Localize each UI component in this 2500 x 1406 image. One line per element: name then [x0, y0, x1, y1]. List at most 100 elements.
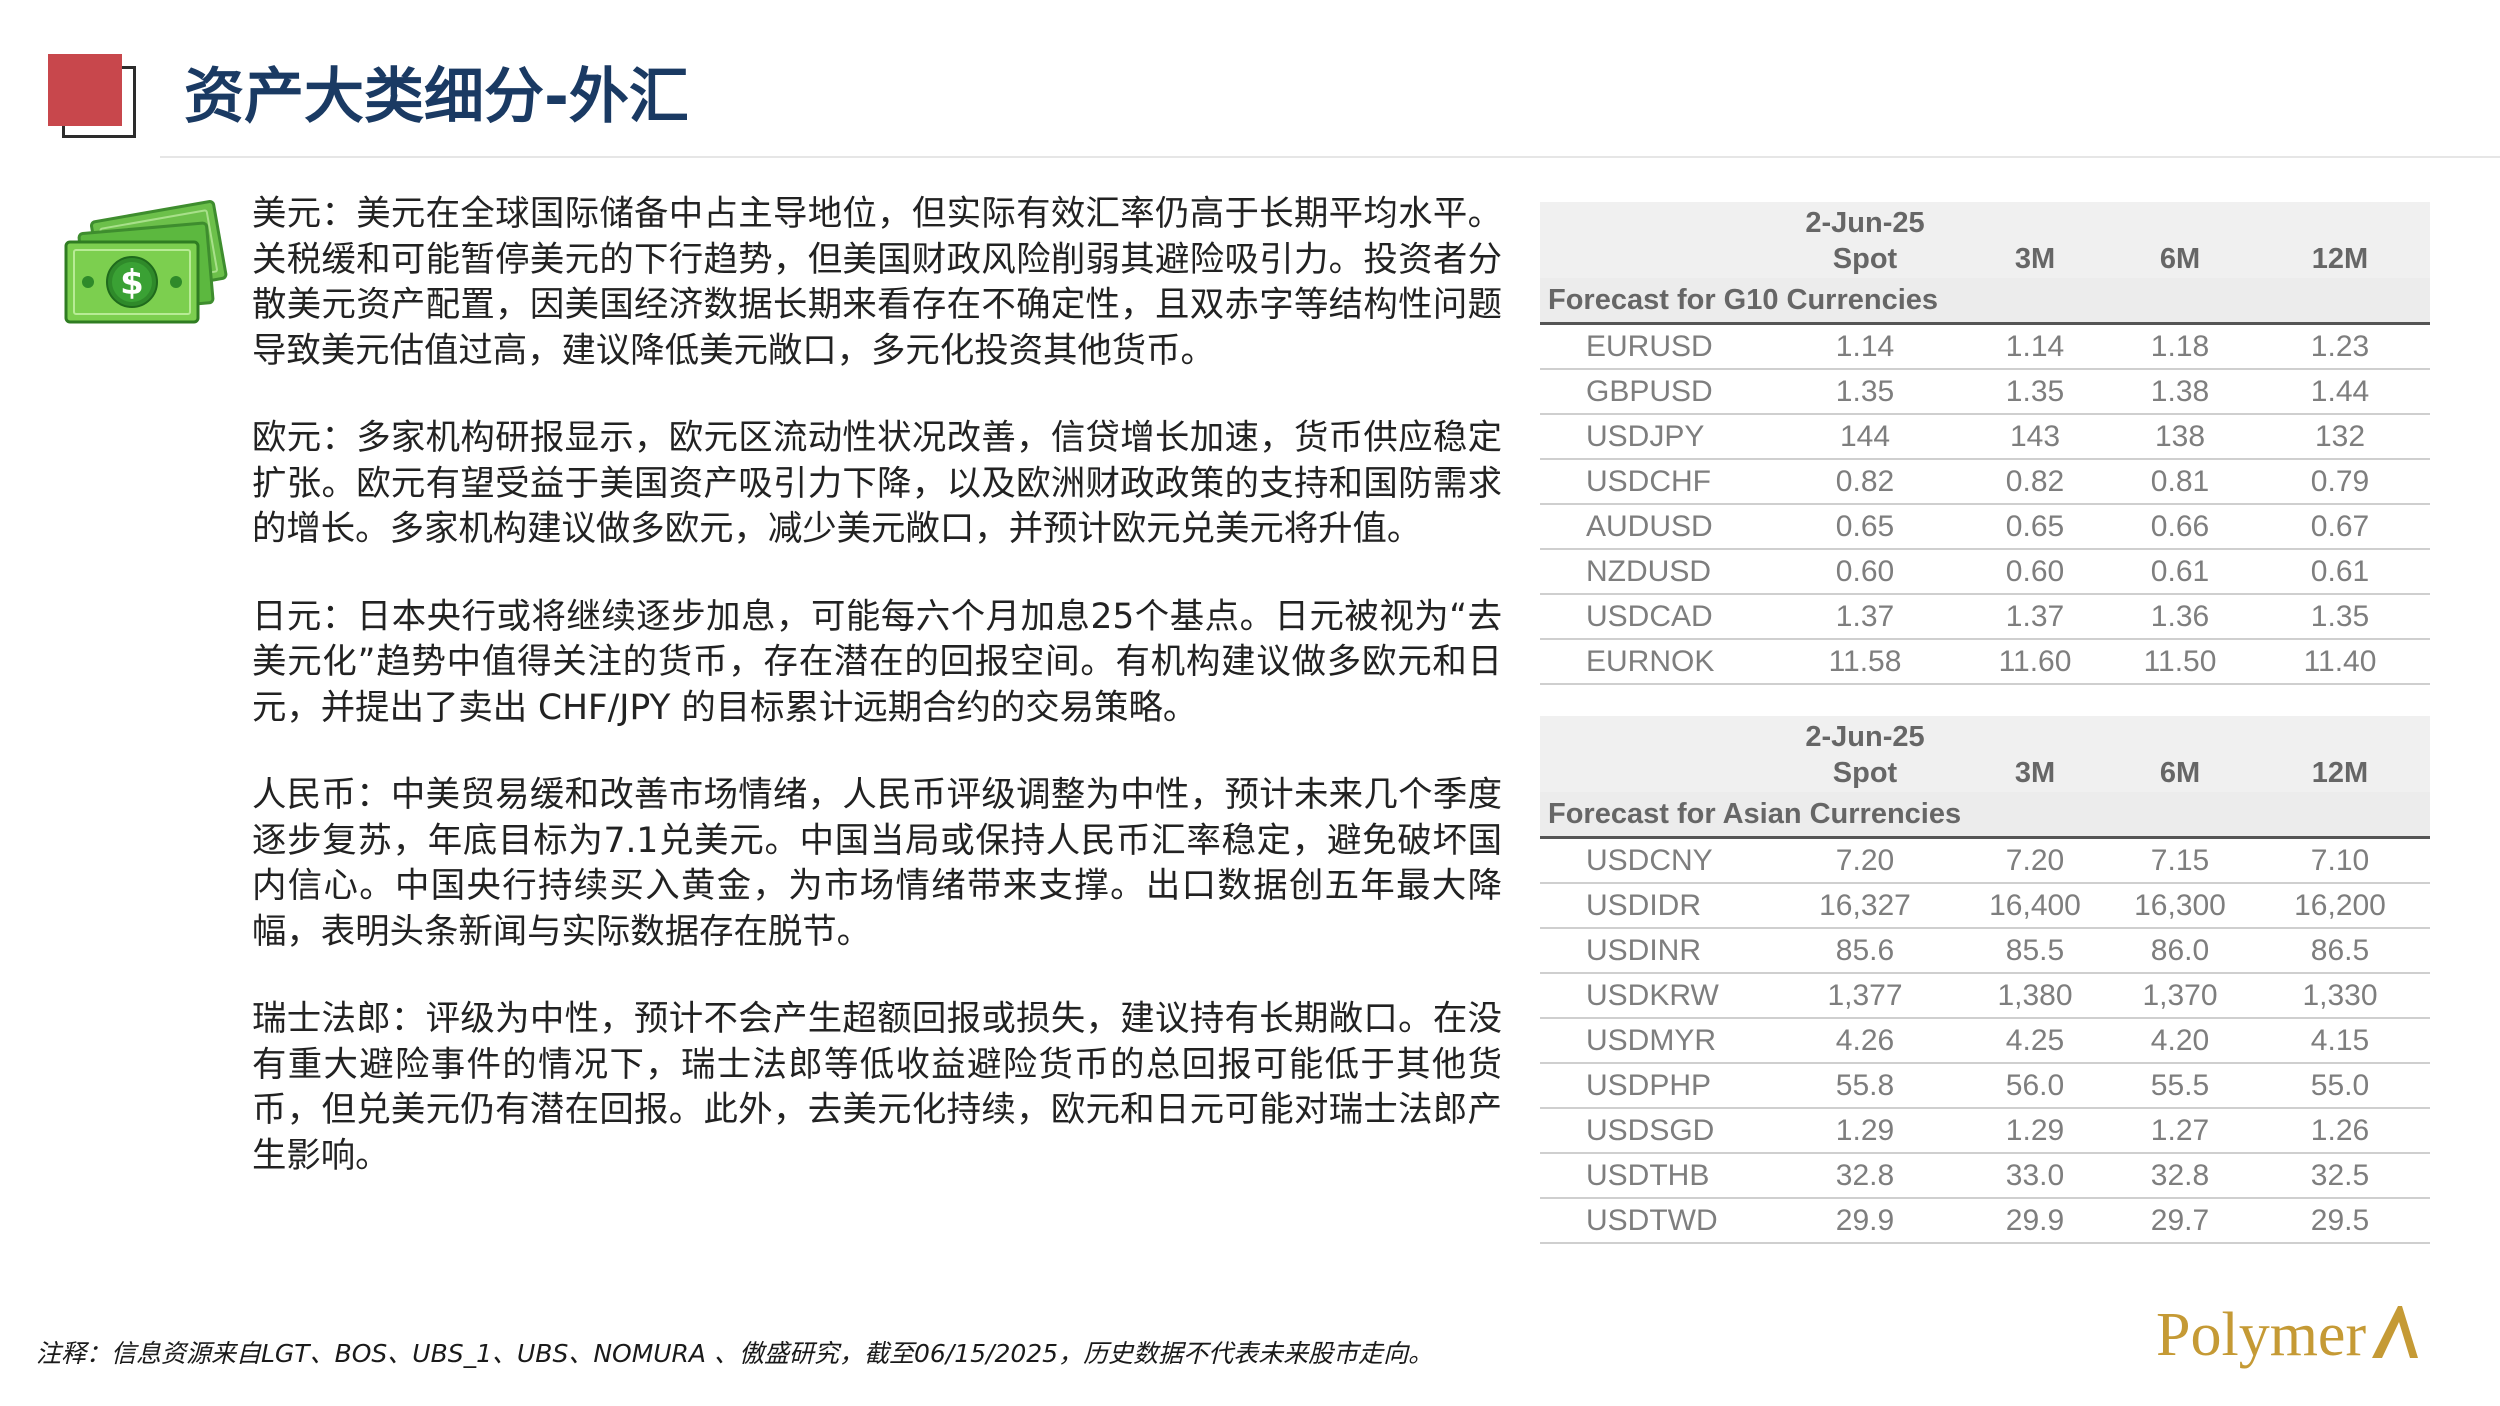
forecast-value-cell: 1.29 — [1960, 1108, 2110, 1154]
table-row: USDSGD 1.29 1.29 1.27 1.26 — [1540, 1108, 2430, 1154]
forecast-value-cell: 11.50 — [2110, 639, 2250, 685]
forecast-value-cell: 0.79 — [2250, 459, 2430, 505]
table-row: USDCHF 0.82 0.82 0.81 0.79 — [1540, 459, 2430, 505]
currency-pair-cell: EURNOK — [1540, 639, 1770, 685]
forecast-value-cell: 0.67 — [2250, 504, 2430, 550]
column-header-3m: 3M — [1960, 754, 2110, 792]
table-row: NZDUSD 0.60 0.60 0.61 0.61 — [1540, 549, 2430, 595]
forecast-value-cell: 56.0 — [1960, 1063, 2110, 1109]
forecast-value-cell: 1.35 — [2250, 594, 2430, 640]
column-header-spot: Spot — [1770, 754, 1960, 792]
forecast-value-cell: 55.8 — [1770, 1063, 1960, 1109]
column-header-6m: 6M — [2110, 754, 2250, 792]
paragraph-eur: 欧元：多家机构研报显示，欧元区流动性状况改善，信贷增长加速，货币供应稳定扩张。欧… — [252, 418, 1502, 549]
forecast-value-cell: 1,380 — [1960, 973, 2110, 1019]
forecast-value-cell: 144 — [1770, 414, 1960, 460]
forecast-value-cell: 32.8 — [2110, 1153, 2250, 1199]
currency-pair-cell: USDKRW — [1540, 973, 1770, 1019]
currency-pair-cell: USDCNY — [1540, 837, 1770, 884]
forecast-value-cell: 32.5 — [2250, 1153, 2430, 1199]
column-header-6m: 6M — [2110, 240, 2250, 278]
forecast-value-cell: 0.82 — [1770, 459, 1960, 505]
forecast-value-cell: 143 — [1960, 414, 2110, 460]
forecast-value-cell: 16,300 — [2110, 883, 2250, 929]
table-row: USDTHB 32.8 33.0 32.8 32.5 — [1540, 1153, 2430, 1199]
currency-pair-cell: EURUSD — [1540, 323, 1770, 370]
forecast-value-cell: 0.66 — [2110, 504, 2250, 550]
forecast-value-cell: 0.61 — [2110, 549, 2250, 595]
table-row: AUDUSD 0.65 0.65 0.66 0.67 — [1540, 504, 2430, 550]
currency-pair-cell: USDCHF — [1540, 459, 1770, 505]
table-row: EURNOK 11.58 11.60 11.50 11.40 — [1540, 639, 2430, 685]
forecast-value-cell: 33.0 — [1960, 1153, 2110, 1199]
table-row: USDKRW 1,377 1,380 1,370 1,330 — [1540, 973, 2430, 1019]
forecast-value-cell: 0.61 — [2250, 549, 2430, 595]
table-row: GBPUSD 1.35 1.35 1.38 1.44 — [1540, 369, 2430, 415]
forecast-value-cell: 85.6 — [1770, 928, 1960, 974]
forecast-value-cell: 1.44 — [2250, 369, 2430, 415]
forecast-value-cell: 32.8 — [1770, 1153, 1960, 1199]
body-text: 美元：美元在全球国际储备中占主导地位，但实际有效汇率仍高于长期平均水平。关税缓和… — [252, 192, 1502, 1221]
table-row: USDINR 85.6 85.5 86.0 86.5 — [1540, 928, 2430, 974]
forecast-value-cell: 1,377 — [1770, 973, 1960, 1019]
forecast-value-cell: 1.37 — [1960, 594, 2110, 640]
forecast-value-cell: 7.10 — [2250, 837, 2430, 884]
forecast-value-cell: 138 — [2110, 414, 2250, 460]
forecast-value-cell: 11.40 — [2250, 639, 2430, 685]
forecast-value-cell: 4.26 — [1770, 1018, 1960, 1064]
svg-text:$: $ — [120, 263, 144, 303]
forecast-value-cell: 0.65 — [1960, 504, 2110, 550]
forecast-value-cell: 4.25 — [1960, 1018, 2110, 1064]
footnote: 注释：信息资源来自LGT、BOS、UBS_1、UBS、NOMURA 、傲盛研究，… — [36, 1339, 1434, 1368]
forecast-value-cell: 7.15 — [2110, 837, 2250, 884]
title-marker — [48, 54, 140, 140]
forecast-value-cell: 1.27 — [2110, 1108, 2250, 1154]
table-row: USDCAD 1.37 1.37 1.36 1.35 — [1540, 594, 2430, 640]
forecast-value-cell: 1.35 — [1960, 369, 2110, 415]
table-row: USDTWD 29.9 29.9 29.7 29.5 — [1540, 1198, 2430, 1244]
section-title: Forecast for G10 Currencies — [1540, 278, 2430, 325]
date-header: 2-Jun-25 — [1770, 202, 1960, 240]
brand-logo: Polymer — [2156, 1300, 2420, 1370]
forecast-value-cell: 7.20 — [1770, 837, 1960, 884]
header-divider — [160, 156, 2500, 158]
forecast-value-cell: 29.7 — [2110, 1198, 2250, 1244]
paragraph-jpy: 日元：日本央行或将继续逐步加息，可能每六个月加息25个基点。日元被视为“去美元化… — [252, 596, 1502, 728]
column-header-12m: 12M — [2250, 754, 2430, 792]
currency-pair-cell: USDTWD — [1540, 1198, 1770, 1244]
forecast-value-cell: 1.36 — [2110, 594, 2250, 640]
forecast-value-cell: 1.29 — [1770, 1108, 1960, 1154]
forecast-value-cell: 1,370 — [2110, 973, 2250, 1019]
page-title: 资产大类细分-外汇 — [184, 62, 689, 132]
currency-pair-cell: USDJPY — [1540, 414, 1770, 460]
forecast-value-cell: 1.38 — [2110, 369, 2250, 415]
forecast-value-cell: 1.14 — [1960, 323, 2110, 370]
column-header-3m: 3M — [1960, 240, 2110, 278]
currency-pair-cell: GBPUSD — [1540, 369, 1770, 415]
forecast-value-cell: 1.23 — [2250, 323, 2430, 370]
currency-pair-cell: USDPHP — [1540, 1063, 1770, 1109]
forecast-value-cell: 4.15 — [2250, 1018, 2430, 1064]
forecast-value-cell: 55.5 — [2110, 1063, 2250, 1109]
paragraph-chf: 瑞士法郎：评级为中性，预计不会产生超额回报或损失，建议持有长期敞口。在没有重大避… — [252, 999, 1502, 1176]
forecast-value-cell: 86.0 — [2110, 928, 2250, 974]
forecast-value-cell: 16,327 — [1770, 883, 1960, 929]
currency-pair-cell: USDTHB — [1540, 1153, 1770, 1199]
currency-pair-cell: USDMYR — [1540, 1018, 1770, 1064]
brand-logo-text: Polymer — [2156, 1301, 2367, 1369]
forecast-value-cell: 1.18 — [2110, 323, 2250, 370]
currency-pair-cell: AUDUSD — [1540, 504, 1770, 550]
forecast-value-cell: 132 — [2250, 414, 2430, 460]
forecast-value-cell: 1.14 — [1770, 323, 1960, 370]
forecast-value-cell: 7.20 — [1960, 837, 2110, 884]
title-marker-fill — [48, 54, 122, 126]
date-header: 2-Jun-25 — [1770, 716, 1960, 754]
currency-pair-cell: NZDUSD — [1540, 549, 1770, 595]
forecast-value-cell: 0.60 — [1960, 549, 2110, 595]
column-header-12m: 12M — [2250, 240, 2430, 278]
forecast-value-cell: 1,330 — [2250, 973, 2430, 1019]
paragraph-usd: 美元：美元在全球国际储备中占主导地位，但实际有效汇率仍高于长期平均水平。关税缓和… — [252, 194, 1502, 371]
forecast-value-cell: 0.82 — [1960, 459, 2110, 505]
forecast-value-cell: 1.35 — [1770, 369, 1960, 415]
table-row: EURUSD 1.14 1.14 1.18 1.23 — [1540, 323, 2430, 370]
